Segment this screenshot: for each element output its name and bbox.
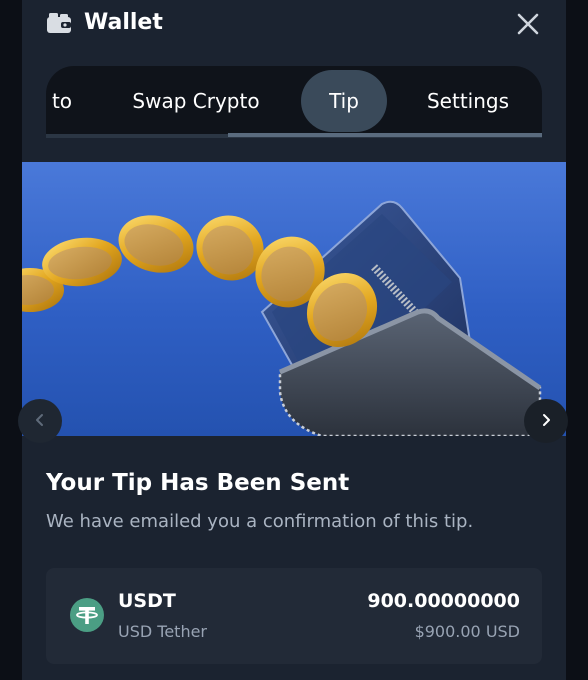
tab-scroll-thumb[interactable]: [228, 133, 542, 137]
tip-amount: 900.00000000: [367, 590, 520, 612]
tab-tip[interactable]: Tip: [301, 70, 387, 132]
carousel-next-button[interactable]: [524, 399, 568, 443]
confirmation-headline: Your Tip Has Been Sent: [46, 470, 350, 496]
coin-name: USD Tether: [118, 622, 208, 641]
carousel-prev-button[interactable]: [18, 399, 62, 443]
wallet-tabs: to Swap Crypto Tip Settings: [46, 66, 542, 138]
tab-swap-crypto[interactable]: Swap Crypto: [116, 70, 276, 132]
coin-symbol: USDT: [118, 590, 176, 612]
wallet-icon: [46, 12, 72, 34]
tether-icon: [70, 598, 104, 632]
wallet-modal: Wallet to Swap Crypto Tip Settings Your …: [0, 0, 588, 680]
chevron-left-icon: [33, 412, 47, 431]
confirmation-message: We have emailed you a confirmation of th…: [46, 511, 474, 532]
modal-header: Wallet: [0, 0, 588, 52]
hero-illustration: [22, 162, 566, 436]
tip-fiat-value: $900.00 USD: [414, 622, 520, 641]
tab-settings[interactable]: Settings: [406, 70, 530, 132]
modal-title: Wallet: [84, 10, 163, 35]
close-icon[interactable]: [515, 11, 541, 37]
chevron-right-icon: [539, 412, 553, 431]
tab-crypto[interactable]: to: [46, 70, 92, 132]
transaction-card: USDT USD Tether 900.00000000 $900.00 USD: [46, 568, 542, 664]
